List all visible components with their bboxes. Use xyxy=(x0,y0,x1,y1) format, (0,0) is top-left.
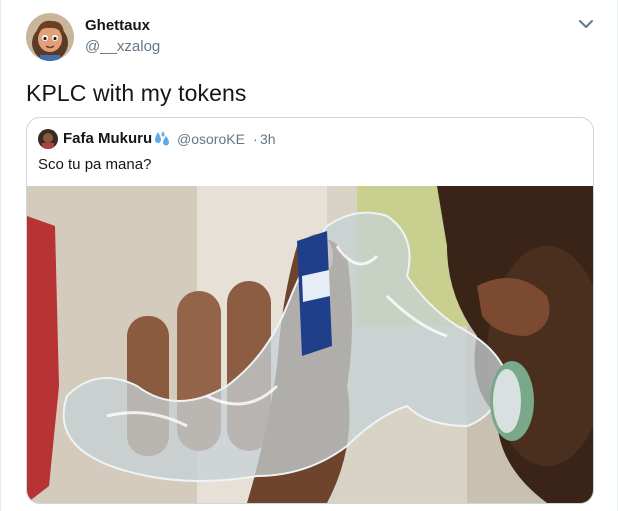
quoted-author-name: Fafa Mukuru xyxy=(63,130,153,147)
quoted-author-avatar xyxy=(38,129,58,149)
quoted-author-handle: @osoroKE xyxy=(177,131,245,147)
author-handle[interactable]: @__xzalog xyxy=(85,38,160,55)
tweet-text: KPLC with my tokens xyxy=(26,80,247,106)
sweat-droplets-icon xyxy=(152,130,172,148)
quoted-text: Sco tu pa mana? xyxy=(38,156,152,173)
author-name[interactable]: Ghettaux xyxy=(85,17,150,34)
tweet-card: Ghettaux @__xzalog KPLC with my tokens F… xyxy=(0,0,618,511)
meta-separator: · xyxy=(253,131,258,147)
author-avatar[interactable] xyxy=(26,13,74,61)
quoted-timestamp[interactable]: 3h xyxy=(260,131,276,147)
quoted-media-photo[interactable] xyxy=(27,186,593,503)
quoted-tweet[interactable]: Fafa Mukuru @osoroKE · 3h Sco tu pa mana… xyxy=(26,117,594,504)
chevron-down-icon[interactable] xyxy=(576,16,596,32)
